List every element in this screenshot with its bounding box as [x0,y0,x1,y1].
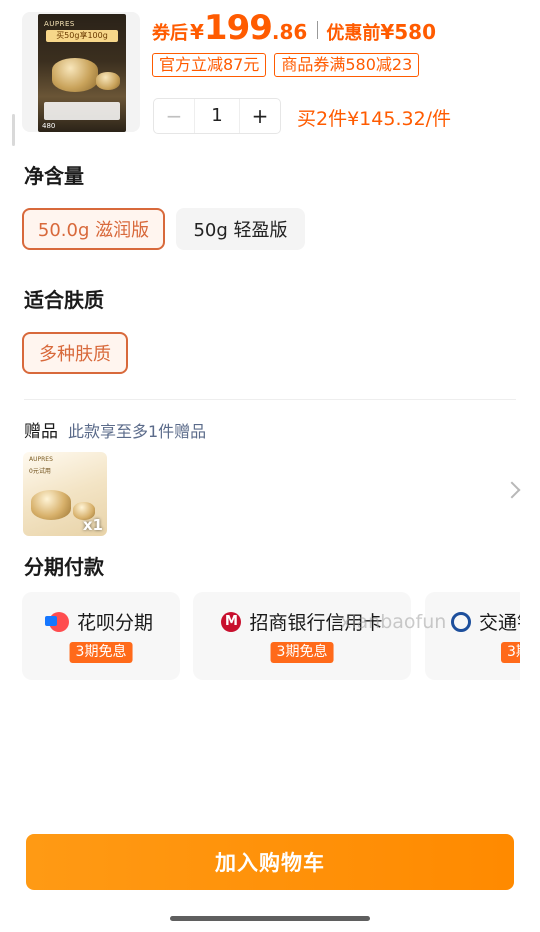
option-skin-type-all[interactable]: 多种肤质 [22,332,128,374]
gift-description: 此款享至多1件赠品 [68,422,207,441]
home-indicator[interactable] [170,916,370,921]
gift-label: 赠品 [24,422,58,442]
price-divider [317,21,319,39]
thumb-brand: AUPRES [44,20,75,28]
interest-free-badge: 3期免息 [69,642,133,663]
interest-free-badge: 3期免息 [270,642,334,663]
add-to-cart-button[interactable]: 加入购物车 [26,834,514,890]
gift-quantity: x1 [82,516,103,534]
quantity-stepper: − 1 + [153,98,281,134]
before-discount-price: ¥580 [380,20,437,44]
installment-title: 分期付款 [24,555,104,579]
gift-item-image[interactable]: AUPRES 0元试用 x1 [23,452,107,536]
installment-name: 花呗分期 [76,612,153,634]
interest-free-badge: 3期免息 [501,642,520,663]
quantity-input[interactable]: 1 [194,99,240,133]
product-image: AUPRES 买50g享100g 480 [38,14,126,132]
section-divider [24,399,516,400]
cream-jar-small-image [96,72,120,90]
installment-option-cmb[interactable]: M 招商银行信用卡 3期免息 [193,592,411,680]
bocom-bank-icon [451,611,471,632]
thumb-promo: 买50g享100g [46,30,118,42]
option-net-content-light[interactable]: 50g 轻盈版 [176,208,305,250]
skin-type-title: 适合肤质 [24,288,104,312]
watermark-text: xianbaofun [340,611,447,633]
huabei-icon [44,611,69,632]
thumb-corner-number: 480 [42,122,56,130]
thumb-info-strip [44,102,120,120]
gift-title: 0元试用 [29,468,51,475]
scroll-indicator [12,114,15,146]
cmb-bank-icon: M [221,611,242,632]
after-coupon-label: 券后 [152,23,188,44]
installment-name: 交通银行 [479,612,520,634]
gift-jar-image [31,490,71,520]
increase-quantity-button[interactable]: + [240,99,280,133]
option-net-content-rich[interactable]: 50.0g 滋润版 [22,208,165,250]
cream-jar-image [52,58,98,92]
decrease-quantity-button[interactable]: − [154,99,194,133]
installment-options: 花呗分期 3期免息 M 招商银行信用卡 3期免息 交通银行 3期免息 [22,592,520,680]
gift-brand: AUPRES [29,456,53,463]
discount-tags: 官方立减87元 商品券满580减23 [152,53,420,77]
bulk-offer-text: 买2件¥145.32/件 [297,108,452,130]
price-row: 券后 ¥ 199 .86 优惠前 ¥580 [152,8,436,48]
net-content-title: 净含量 [24,164,84,188]
before-discount-label: 优惠前 [326,23,381,44]
installment-option-huabei[interactable]: 花呗分期 3期免息 [22,592,180,680]
gift-row: 赠品 此款享至多1件赠品 [24,417,206,442]
discount-tag-official: 官方立减87元 [152,53,267,77]
price-decimal: .86 [271,20,308,44]
chevron-right-icon[interactable] [503,481,521,499]
product-thumbnail[interactable]: AUPRES 买50g享100g 480 [22,12,140,132]
discount-tag-coupon: 商品券满580减23 [274,53,420,77]
price-integer: 199 [203,8,273,48]
currency-symbol: ¥ [190,20,204,44]
installment-option-bocom[interactable]: 交通银行 3期免息 [425,592,520,680]
